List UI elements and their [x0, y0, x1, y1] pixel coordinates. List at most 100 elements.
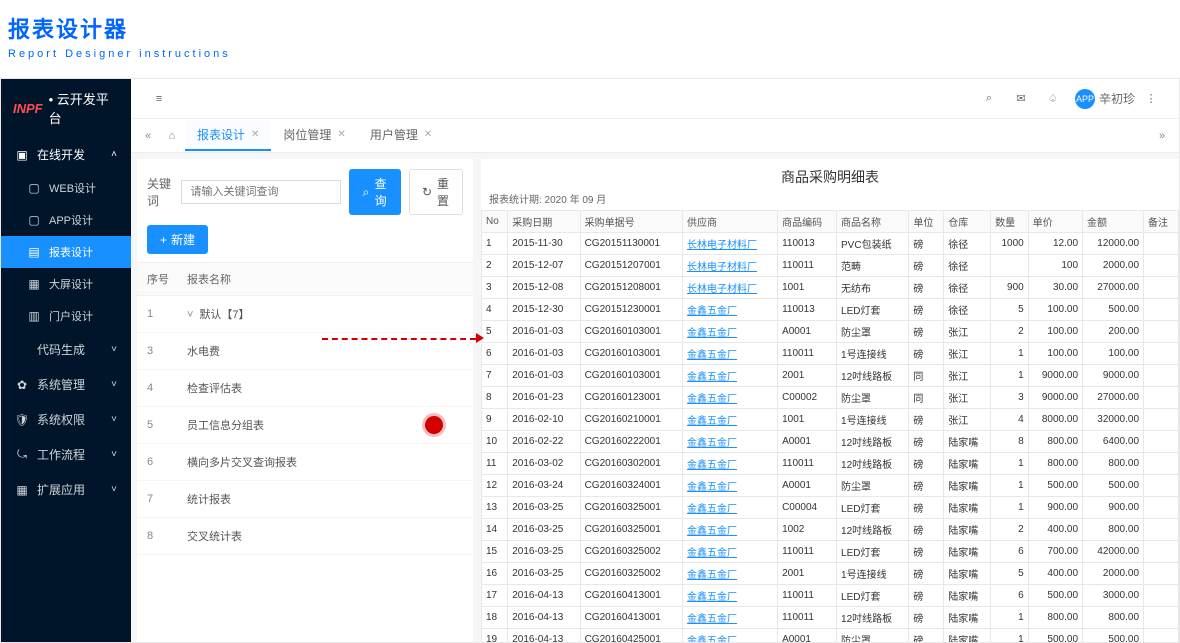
- table-cell: [991, 255, 1029, 277]
- list-row[interactable]: 1˅默认【7】: [137, 296, 473, 333]
- table-cell: 防尘罩: [837, 629, 909, 643]
- table-cell: 12吋线路板: [837, 365, 909, 387]
- table-cell: 陆家嘴: [944, 475, 991, 497]
- search-icon[interactable]: ⌕: [977, 87, 1001, 111]
- list-row[interactable]: 4检查评估表: [137, 370, 473, 407]
- table-cell: 2016-03-25: [508, 541, 580, 563]
- table-cell: [1144, 519, 1179, 541]
- menu-icon: ▦: [15, 483, 29, 497]
- supplier-link[interactable]: 金鑫五金厂: [687, 548, 737, 559]
- sidebar-item[interactable]: ▢APP设计: [1, 204, 131, 236]
- home-icon[interactable]: ⌂: [161, 125, 183, 147]
- table-cell: 800.00: [1083, 519, 1144, 541]
- close-icon[interactable]: ✕: [251, 129, 259, 140]
- more-icon[interactable]: ⋮: [1139, 87, 1163, 111]
- tab-scroll-right[interactable]: »: [1151, 125, 1173, 147]
- table-cell: 3: [991, 387, 1029, 409]
- supplier-link[interactable]: 金鑫五金厂: [687, 504, 737, 515]
- supplier-link[interactable]: 长林电子材料厂: [687, 284, 757, 295]
- supplier-link[interactable]: 金鑫五金厂: [687, 416, 737, 427]
- sidebar-group[interactable]: ✿系统管理˅: [1, 367, 131, 402]
- table-cell: A0001: [778, 475, 837, 497]
- table-cell: 5: [991, 299, 1029, 321]
- table-cell: 磅: [909, 475, 944, 497]
- supplier-link[interactable]: 金鑫五金厂: [687, 460, 737, 471]
- sidebar-group[interactable]: 代码生成˅: [1, 332, 131, 367]
- tab[interactable]: 报表设计✕: [185, 120, 271, 151]
- supplier-link[interactable]: 金鑫五金厂: [687, 350, 737, 361]
- close-icon[interactable]: ✕: [337, 129, 345, 140]
- table-cell: 110013: [778, 299, 837, 321]
- sidebar-item[interactable]: ▥门户设计: [1, 300, 131, 332]
- keyword-input[interactable]: [181, 180, 341, 204]
- supplier-link[interactable]: 金鑫五金厂: [687, 394, 737, 405]
- report-preview-panel: 商品采购明细表 报表统计期: 2020 年 09 月 No采购日期采购单据号供应…: [481, 159, 1179, 642]
- table-cell: 磅: [909, 497, 944, 519]
- menu-icon: 🛡: [15, 413, 29, 427]
- table-cell: 金鑫五金厂: [683, 321, 778, 343]
- sidebar-group[interactable]: ▦扩展应用˅: [1, 472, 131, 507]
- supplier-link[interactable]: 金鑫五金厂: [687, 592, 737, 603]
- table-cell: 1: [991, 475, 1029, 497]
- supplier-link[interactable]: 长林电子材料厂: [687, 262, 757, 273]
- supplier-link[interactable]: 金鑫五金厂: [687, 570, 737, 581]
- menu-icon: ⤿: [15, 448, 29, 462]
- table-cell: 同: [909, 365, 944, 387]
- menu-icon: ▤: [27, 245, 41, 259]
- list-row[interactable]: 7统计报表: [137, 481, 473, 518]
- sidebar-item[interactable]: ▢WEB设计: [1, 172, 131, 204]
- sidebar-group[interactable]: 🛡系统权限˅: [1, 402, 131, 437]
- table-cell: 15: [482, 541, 508, 563]
- list-row[interactable]: 5员工信息分组表: [137, 407, 473, 444]
- table-cell: 2016-03-25: [508, 563, 580, 585]
- supplier-link[interactable]: 金鑫五金厂: [687, 614, 737, 625]
- table-cell: 900: [991, 277, 1029, 299]
- close-icon[interactable]: ✕: [424, 129, 432, 140]
- table-cell: 2000.00: [1083, 255, 1144, 277]
- table-row: 152016-03-25CG20160325002金鑫五金厂110011LED灯…: [482, 541, 1179, 563]
- supplier-link[interactable]: 金鑫五金厂: [687, 306, 737, 317]
- table-cell: 9000.00: [1083, 365, 1144, 387]
- table-cell: 金鑫五金厂: [683, 299, 778, 321]
- tab-scroll-left[interactable]: «: [137, 125, 159, 147]
- reset-button[interactable]: ↻重置: [409, 169, 463, 215]
- table-cell: 500.00: [1083, 629, 1144, 643]
- supplier-link[interactable]: 长林电子材料厂: [687, 240, 757, 251]
- supplier-link[interactable]: 金鑫五金厂: [687, 372, 737, 383]
- table-cell: 9: [482, 409, 508, 431]
- message-icon[interactable]: ✉: [1009, 87, 1033, 111]
- supplier-link[interactable]: 金鑫五金厂: [687, 526, 737, 537]
- table-cell: 8000.00: [1028, 409, 1082, 431]
- sidebar-group[interactable]: ⤿工作流程˅: [1, 437, 131, 472]
- sidebar-group[interactable]: ▣在线开发˄: [1, 137, 131, 172]
- user-name[interactable]: 辛初珍: [1099, 90, 1135, 107]
- table-cell: 12000.00: [1083, 233, 1144, 255]
- table-cell: C00004: [778, 497, 837, 519]
- table-cell: 700.00: [1028, 541, 1082, 563]
- bell-icon[interactable]: ♤: [1041, 87, 1065, 111]
- avatar[interactable]: APP: [1075, 89, 1095, 109]
- table-row: 62016-01-03CG20160103001金鑫五金厂1100111号连接线…: [482, 343, 1179, 365]
- supplier-link[interactable]: 金鑫五金厂: [687, 482, 737, 493]
- table-cell: CG20160222001: [580, 431, 682, 453]
- sidebar-item[interactable]: ▦大屏设计: [1, 268, 131, 300]
- table-cell: 6400.00: [1083, 431, 1144, 453]
- sidebar-item[interactable]: ▤报表设计: [1, 236, 131, 268]
- list-row[interactable]: 8交叉统计表: [137, 518, 473, 555]
- report-title: 商品采购明细表: [481, 159, 1179, 189]
- tab[interactable]: 岗位管理✕: [271, 120, 357, 151]
- tab[interactable]: 用户管理✕: [358, 120, 444, 151]
- supplier-link[interactable]: 金鑫五金厂: [687, 328, 737, 339]
- search-button[interactable]: ⌕查询: [349, 169, 401, 215]
- table-cell: 17: [482, 585, 508, 607]
- supplier-link[interactable]: 金鑫五金厂: [687, 636, 737, 642]
- menu-toggle-icon[interactable]: ≡: [147, 87, 171, 111]
- table-cell: 4: [482, 299, 508, 321]
- list-row[interactable]: 6横向多片交叉查询报表: [137, 444, 473, 481]
- table-cell: 金鑫五金厂: [683, 475, 778, 497]
- new-button[interactable]: +新建: [147, 225, 208, 254]
- table-cell: 磅: [909, 299, 944, 321]
- table-cell: 1001: [778, 277, 837, 299]
- supplier-link[interactable]: 金鑫五金厂: [687, 438, 737, 449]
- list-row[interactable]: 3水电费: [137, 333, 473, 370]
